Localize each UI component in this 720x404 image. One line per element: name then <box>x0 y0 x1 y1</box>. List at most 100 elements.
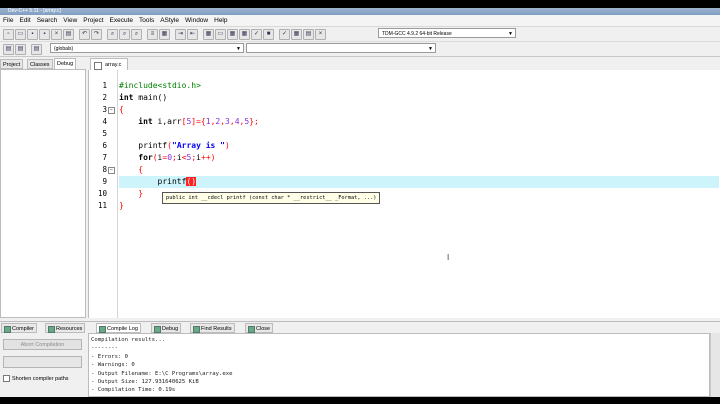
tab-find-results[interactable]: Find Results <box>190 323 235 333</box>
code-token: ]={ <box>191 117 206 126</box>
signature-tooltip: public int __cdecl printf (const char * … <box>162 192 381 204</box>
line-number: 10 <box>97 189 107 198</box>
goto-bookmark-icon[interactable]: ▤ <box>31 44 42 55</box>
code-editor[interactable]: 1 2 3−4 5 6 7 8−9 10 11 #include<stdio.h> int mai… <box>88 70 720 318</box>
tab-debug-bottom[interactable]: Debug <box>151 323 182 333</box>
code-line[interactable]: printf("Array is ") <box>119 140 719 152</box>
rebuild-icon[interactable]: ▦ <box>239 29 250 40</box>
title-bar: Dev-C++ 5.11 - [array.c] <box>0 8 720 15</box>
log-line: Compilation results... <box>91 337 166 343</box>
menu-search[interactable]: Search <box>34 15 61 26</box>
code-line[interactable] <box>119 128 719 140</box>
code-token: } <box>138 189 144 198</box>
tab-compile-log[interactable]: Compile Log <box>96 323 141 333</box>
tab-array-c[interactable]: array.c <box>90 58 129 70</box>
code-line[interactable]: { <box>119 104 719 116</box>
chart-icon[interactable]: ▤ <box>303 29 314 40</box>
code-line[interactable]: printf() <box>119 176 719 188</box>
code-line[interactable]: int i,arr[5]={1,2,3,4,5}; <box>119 116 719 128</box>
chevron-down-icon: ▼ <box>508 31 513 37</box>
tab-classes[interactable]: Classes <box>27 59 53 69</box>
save-all-icon[interactable]: ▪ <box>39 29 50 40</box>
code-line[interactable]: #include<stdio.h> <box>119 80 719 92</box>
tab-close[interactable]: Close <box>245 323 274 333</box>
line-number: 8 <box>102 165 107 174</box>
replace-icon[interactable]: ⌕ <box>119 29 130 40</box>
compile-icon[interactable]: ▦ <box>203 29 214 40</box>
line-number: 11 <box>97 201 107 210</box>
menu-edit[interactable]: Edit <box>16 15 33 26</box>
chevron-down-icon: ▼ <box>236 46 241 52</box>
tab-compiler[interactable]: Compiler <box>1 323 38 333</box>
insert-icon[interactable]: ▤ <box>3 44 14 55</box>
find-icon[interactable]: ⌕ <box>107 29 118 40</box>
save-icon[interactable]: ▪ <box>27 29 38 40</box>
project-icon[interactable]: ▦ <box>159 29 170 40</box>
toggle-bookmark-icon[interactable]: ▤ <box>15 44 26 55</box>
menu-file[interactable]: File <box>0 15 16 26</box>
menu-execute[interactable]: Execute <box>107 15 137 26</box>
find-next-icon[interactable]: ⌕ <box>131 29 142 40</box>
fold-toggle-icon[interactable]: − <box>108 107 115 114</box>
debug-icon[interactable]: ✓ <box>279 29 290 40</box>
log-scrollbar[interactable] <box>710 333 720 397</box>
menu-view[interactable]: View <box>60 15 80 26</box>
open-icon[interactable]: ▭ <box>15 29 26 40</box>
compile-progress-bar <box>3 356 82 368</box>
line-number: 6 <box>102 141 107 150</box>
code-token: int <box>138 117 153 126</box>
code-token: main() <box>133 93 168 102</box>
compiler-select[interactable]: TDM-GCC 4.9.2 64-bit Release ▼ <box>378 28 516 38</box>
code-line[interactable]: for(i=0;i<5;i++) <box>119 152 719 164</box>
menu-bar: File Edit Search View Project Execute Tools ASt… <box>0 15 720 27</box>
tab-project[interactable]: Project <box>0 59 24 69</box>
run-icon[interactable]: ▭ <box>215 29 226 40</box>
code-line[interactable]: int main() <box>119 92 719 104</box>
goto-line-icon[interactable]: ≡ <box>147 29 158 40</box>
line-number: 4 <box>102 117 107 126</box>
menu-tools[interactable]: Tools <box>136 15 157 26</box>
line-number: 1 <box>102 81 107 90</box>
print-icon[interactable]: ▤ <box>63 29 74 40</box>
close-icon <box>248 326 255 333</box>
new-file-icon[interactable]: ▫ <box>3 29 14 40</box>
chevron-down-icon: ▼ <box>428 46 433 52</box>
delete-profile-icon[interactable]: × <box>315 29 326 40</box>
fold-toggle-icon[interactable]: − <box>108 167 115 174</box>
code-token: int <box>119 93 134 102</box>
menu-help[interactable]: Help <box>211 15 230 26</box>
bottom-tabs: Compiler Resources Compile Log Debug Fin… <box>0 321 720 333</box>
checkbox-box <box>3 375 10 383</box>
undo-icon[interactable]: ↶ <box>79 29 90 40</box>
members-select[interactable]: ▼ <box>246 43 436 53</box>
code-token: for <box>138 153 153 162</box>
check-syntax-icon[interactable]: ✓ <box>251 29 262 40</box>
line-number: 5 <box>102 129 107 138</box>
tab-resources[interactable]: Resources <box>45 323 86 333</box>
compile-run-icon[interactable]: ▦ <box>227 29 238 40</box>
code-line[interactable]: { <box>119 164 719 176</box>
menu-astyle[interactable]: AStyle <box>157 15 182 26</box>
profile-icon[interactable]: ▦ <box>291 29 302 40</box>
redo-icon[interactable]: ↷ <box>91 29 102 40</box>
indent-icon[interactable]: ⇥ <box>175 29 186 40</box>
stop-icon[interactable]: ■ <box>263 29 274 40</box>
abort-compilation-button[interactable]: Abort Compilation <box>3 339 82 350</box>
close-file-icon[interactable]: × <box>51 29 62 40</box>
code-token: { <box>119 105 124 114</box>
text-cursor-icon: I <box>447 253 450 262</box>
menu-project[interactable]: Project <box>80 15 106 26</box>
compile-controls: Abort Compilation Shorten compiler paths <box>0 333 86 397</box>
globals-select[interactable]: (globals) ▼ <box>50 43 244 53</box>
window-title: Dev-C++ 5.11 - [array.c] <box>8 8 61 14</box>
compile-log[interactable]: Compilation results... -------- - Errors: … <box>88 333 710 397</box>
shorten-paths-checkbox[interactable]: Shorten compiler paths <box>3 375 69 383</box>
find-results-icon <box>193 326 200 333</box>
menu-window[interactable]: Window <box>182 15 211 26</box>
line-number: 7 <box>102 153 107 162</box>
unindent-icon[interactable]: ⇤ <box>187 29 198 40</box>
